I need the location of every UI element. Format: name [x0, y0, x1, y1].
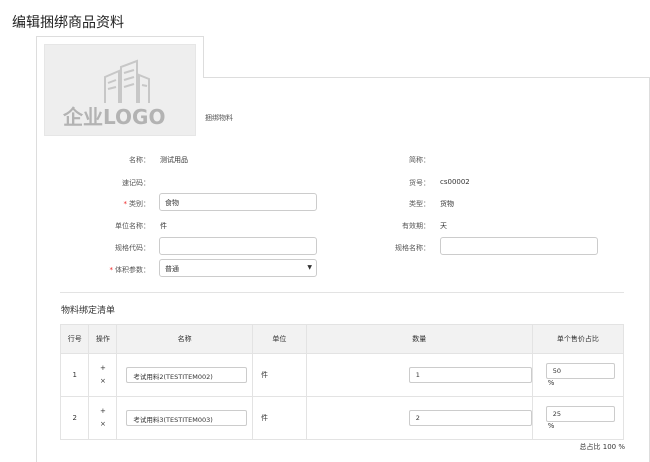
- category-input[interactable]: 食物: [159, 193, 317, 211]
- col-header-qty: 数量: [305, 324, 533, 354]
- add-icon[interactable]: +: [89, 362, 116, 375]
- row-qty-cell: 2: [305, 396, 533, 440]
- required-mark: *: [123, 200, 128, 208]
- col-header-unit: 单位: [251, 324, 307, 354]
- row-name-input[interactable]: 考试用料3(TESTITEM003): [126, 410, 248, 426]
- row-qty-input[interactable]: 2: [408, 410, 532, 426]
- remove-icon[interactable]: ×: [89, 375, 116, 388]
- section-title: 物料绑定清单: [61, 306, 116, 316]
- name-label: 名称：: [129, 156, 150, 164]
- type-value: 货物: [440, 200, 454, 208]
- row-name-cell: 考试用料2(TESTITEM002): [116, 353, 253, 397]
- unit-name-label: 单位名称：: [115, 222, 150, 230]
- total-ratio: 总占比 100 %: [579, 443, 625, 451]
- col-header-line: 行号: [59, 324, 90, 354]
- logo-text: 企业LOGO: [63, 105, 166, 129]
- spec-name-input[interactable]: [440, 237, 598, 255]
- table-row: 2 + × 考试用料3(TESTITEM003) 件 2 25%: [59, 396, 625, 440]
- row-qty-cell: 1: [305, 353, 533, 397]
- row-unit: 件: [251, 396, 307, 440]
- chevron-down-icon: ▼: [307, 264, 312, 271]
- col-header-op: 操作: [88, 324, 118, 354]
- spec-name-label: 规格名称：: [395, 244, 430, 252]
- required-mark: *: [109, 266, 114, 274]
- logo-image[interactable]: 企业LOGO: [44, 44, 196, 136]
- table-row: 1 + × 考试用料2(TESTITEM002) 件 1 50%: [59, 353, 625, 397]
- table-header-row: 行号 操作 名称 单位 数量 单个售价占比: [59, 324, 625, 354]
- validity-label: 有效期：: [402, 222, 430, 230]
- row-unit: 件: [251, 353, 307, 397]
- col-header-ratio: 单个售价占比: [531, 324, 625, 354]
- material-table: 行号 操作 名称 单位 数量 单个售价占比 1 + × 考试用料2(TESTIT…: [59, 324, 625, 440]
- percent-sign: %: [547, 379, 555, 387]
- row-line: 2: [59, 396, 90, 440]
- row-ops: + ×: [88, 353, 118, 397]
- row-ops: + ×: [88, 396, 118, 440]
- code-label: 货号：: [409, 179, 430, 187]
- row-ratio-input[interactable]: 25: [545, 406, 615, 422]
- short-label: 简称：: [409, 156, 430, 164]
- row-ratio-cell: 25%: [531, 396, 625, 440]
- add-icon[interactable]: +: [89, 405, 116, 418]
- row-qty-input[interactable]: 1: [408, 367, 532, 383]
- divider: [60, 292, 624, 293]
- type-label: 类型：: [409, 200, 430, 208]
- volume-label: * 体积参数：: [109, 266, 151, 274]
- spec-code-label: 规格代码：: [115, 244, 150, 252]
- row-line: 1: [59, 353, 90, 397]
- row-name-input[interactable]: 考试用料2(TESTITEM002): [126, 367, 248, 383]
- name-value: 测试用品: [160, 156, 188, 164]
- percent-sign: %: [547, 422, 555, 430]
- volume-select-value: 普通: [165, 265, 179, 273]
- row-name-cell: 考试用料3(TESTITEM003): [116, 396, 253, 440]
- bind-label: 捆绑物料: [205, 114, 233, 122]
- code-value: cs00002: [440, 178, 470, 186]
- row-ratio-input[interactable]: 50: [545, 363, 615, 379]
- col-header-name: 名称: [116, 324, 253, 354]
- volume-select[interactable]: 普通 ▼: [159, 259, 317, 277]
- unit-name-value: 件: [160, 222, 167, 230]
- page-title: 编辑捆绑商品资料: [12, 15, 124, 31]
- category-label: * 类别：: [123, 200, 151, 208]
- mnemonic-label: 速记码：: [122, 179, 150, 187]
- row-ratio-cell: 50%: [531, 353, 625, 397]
- validity-value: 天: [440, 222, 447, 230]
- spec-code-input[interactable]: [159, 237, 317, 255]
- remove-icon[interactable]: ×: [89, 418, 116, 431]
